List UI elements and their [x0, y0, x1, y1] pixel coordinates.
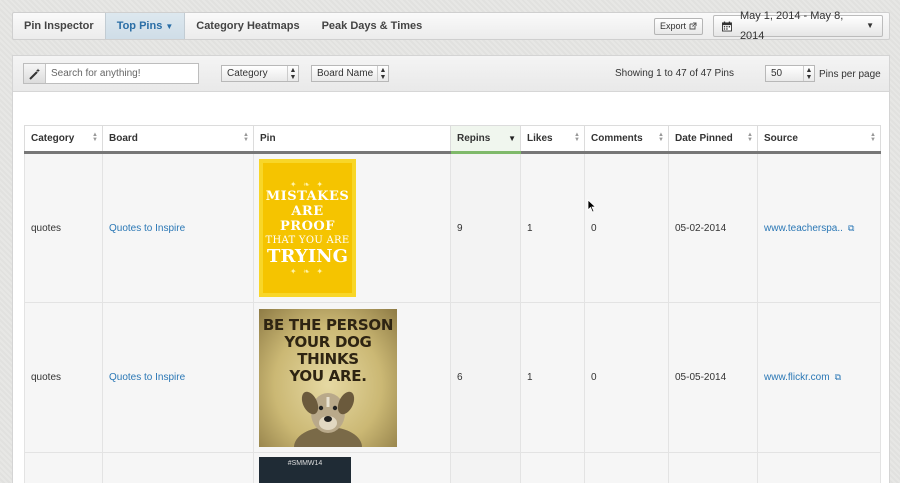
pin-image[interactable]: ✦ ❧ ✦ MISTAKES ARE PROOF THAT YOU ARE TR… [259, 159, 356, 297]
tab-category-heatmaps[interactable]: Category Heatmaps [185, 13, 310, 39]
filter-toolbar: Category ▲▼ Board Name ▲▼ Showing 1 to 4… [13, 56, 889, 92]
cell-comments [584, 452, 669, 483]
column-header-date-pinned[interactable]: Date Pinned ▲ ▼ [668, 125, 758, 154]
column-header-category[interactable]: Category ▲ ▼ [24, 125, 103, 154]
per-page-value: 50 [771, 68, 783, 79]
sort-desc-icon: ▼ [508, 134, 516, 143]
external-link-icon[interactable]: ⧉ [848, 223, 854, 234]
top-pins-panel: Category ▲▼ Board Name ▲▼ Showing 1 to 4… [12, 55, 890, 483]
sort-icon: ▲ ▼ [574, 132, 580, 143]
select-arrows-icon: ▲ ▼ [287, 66, 298, 81]
cell-comments: 0 [584, 152, 669, 303]
pins-table: Category ▲ ▼ Board ▲ ▼ Pin Repins ▼ Likes ▲ ▼ C… [24, 125, 881, 483]
cell-source: www.teacherspa.. ⧉ [757, 152, 881, 303]
table-row: quotes Quotes to Inspire ✦ ❧ ✦ MISTAKES … [24, 152, 881, 303]
ornament-decoration: ✦ ❧ ✦ [289, 180, 326, 189]
column-header-board[interactable]: Board ▲ ▼ [102, 125, 254, 154]
caret-down-icon: ▼ [165, 22, 174, 31]
cell-comments: 0 [584, 302, 669, 453]
search-input[interactable] [46, 68, 196, 79]
cell-pin: ✦ ❧ ✦ MISTAKES ARE PROOF THAT YOU ARE TR… [253, 152, 451, 303]
tab-pin-inspector[interactable]: Pin Inspector [13, 13, 105, 39]
cell-category: quotes [24, 152, 103, 303]
tab-top-pins-label: Top Pins [116, 20, 163, 32]
category-select[interactable]: Category ▲ ▼ [221, 65, 299, 82]
sort-icon: ▲ ▼ [870, 132, 876, 143]
export-button[interactable]: Export [653, 17, 703, 35]
cell-pin: #SMMW14 [253, 452, 451, 483]
tab-peak-days-times[interactable]: Peak Days & Times [311, 13, 434, 39]
cell-likes [520, 452, 585, 483]
external-link-icon[interactable]: ⧉ [835, 372, 841, 383]
table-row: #SMMW14 [24, 452, 881, 483]
board-name-select[interactable]: Board Name ▲ ▼ [311, 65, 389, 82]
sort-icon: ▲ ▼ [658, 132, 664, 143]
cell-board [102, 452, 254, 483]
pin-text-line: #SMMW14 [287, 460, 323, 467]
pin-text-line: MISTAKES [265, 189, 350, 204]
cell-board: Quotes to Inspire [102, 152, 254, 303]
top-navigation: Pin Inspector Top Pins ▼ Category Heatmap… [12, 10, 890, 42]
board-select-value: Board Name [317, 68, 374, 79]
cell-category [24, 452, 103, 483]
sort-icon: ▲ ▼ [243, 132, 249, 143]
pin-text: BE THE PERSON YOUR DOG THINKS YOU ARE. [259, 309, 397, 385]
cell-date-pinned [668, 452, 758, 483]
per-page-select[interactable]: 50 ▲ ▼ [765, 65, 815, 82]
date-range-picker[interactable]: May 1, 2014 - May 8, 2014 ▼ [713, 10, 883, 42]
cell-repins: 6 [450, 302, 521, 453]
select-arrows-icon: ▲ ▼ [803, 66, 814, 81]
column-header-source[interactable]: Source ▲ ▼ [757, 125, 881, 154]
date-range-label: May 1, 2014 - May 8, 2014 [739, 10, 844, 42]
cell-date-pinned: 05-05-2014 [668, 302, 758, 453]
category-select-value: Category [227, 68, 268, 79]
mouse-cursor-icon [587, 199, 597, 213]
search-box [23, 63, 199, 84]
sort-icon: ▲ ▼ [92, 132, 98, 143]
column-header-comments[interactable]: Comments ▲ ▼ [584, 125, 669, 154]
source-link[interactable]: www.teacherspa.. [764, 223, 843, 234]
cell-likes: 1 [520, 302, 585, 453]
pin-text-line: TRYING [267, 246, 348, 267]
table-row: quotes Quotes to Inspire BE THE PERSON Y… [24, 302, 881, 453]
cell-repins: 9 [450, 152, 521, 303]
pagination-info: Showing 1 to 47 of 47 Pins [615, 68, 734, 79]
magic-wand-icon[interactable] [24, 64, 46, 83]
sort-icon: ▲ ▼ [747, 132, 753, 143]
table-header-row: Category ▲ ▼ Board ▲ ▼ Pin Repins ▼ Likes ▲ ▼ C… [24, 125, 881, 154]
calendar-icon [722, 21, 732, 31]
pin-text-line: BE THE PERSON [262, 315, 394, 334]
source-link[interactable]: www.flickr.com [764, 372, 830, 383]
cell-date-pinned: 05-02-2014 [668, 152, 758, 303]
pin-image[interactable]: BE THE PERSON YOUR DOG THINKS YOU ARE. [259, 308, 397, 447]
select-arrows-icon: ▲ ▼ [377, 66, 388, 81]
column-header-pin: Pin [253, 125, 451, 154]
column-header-likes[interactable]: Likes ▲ ▼ [520, 125, 585, 154]
per-page-label: Pins per page [819, 69, 881, 80]
ornament-decoration: ✦ ❧ ✦ [289, 267, 326, 276]
cell-source: www.flickr.com ⧉ [757, 302, 881, 453]
pin-text-line: ARE PROOF [280, 204, 335, 234]
cell-board: Quotes to Inspire [102, 302, 254, 453]
board-link[interactable]: Quotes to Inspire [109, 372, 185, 383]
pin-text-line: YOUR DOG THINKS [284, 332, 372, 368]
cell-likes: 1 [520, 152, 585, 303]
tab-top-pins[interactable]: Top Pins ▼ [104, 13, 186, 39]
cell-category: quotes [24, 302, 103, 453]
column-header-repins[interactable]: Repins ▼ [450, 125, 521, 154]
caret-down-icon: ▼ [866, 21, 874, 30]
nav-right-controls: Export May 1, 2014 - May 8, 2014 ▼ [653, 10, 889, 42]
export-button-label: Export [659, 20, 686, 31]
board-link[interactable]: Quotes to Inspire [109, 223, 185, 234]
external-link-icon [689, 22, 697, 30]
cell-repins [450, 452, 521, 483]
dog-illustration [294, 391, 362, 447]
cell-source [757, 452, 881, 483]
pin-image[interactable]: #SMMW14 [259, 457, 351, 483]
cell-pin: BE THE PERSON YOUR DOG THINKS YOU ARE. [253, 302, 451, 453]
